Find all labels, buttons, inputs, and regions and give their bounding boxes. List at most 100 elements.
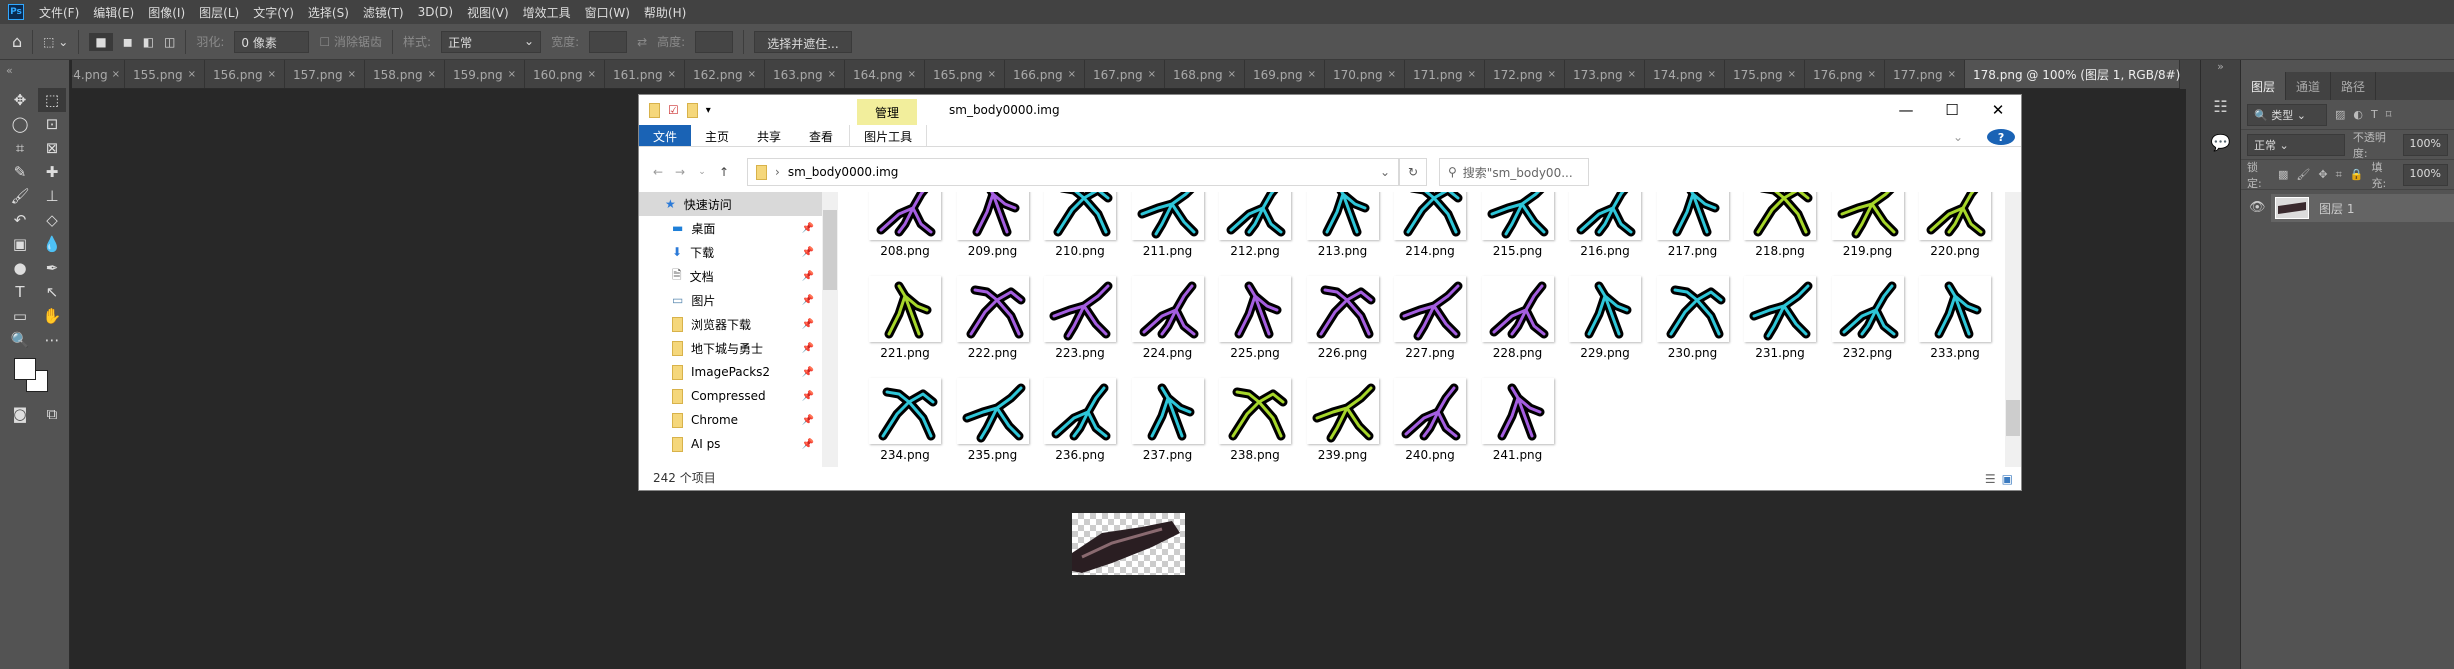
document-tab[interactable]: 176.png × bbox=[1805, 60, 1885, 88]
style-select[interactable]: 正常 ⌄ bbox=[441, 30, 542, 53]
details-view-icon[interactable]: ☰ bbox=[1985, 472, 1996, 486]
tab-close-icon[interactable]: × bbox=[508, 69, 516, 80]
type-filter-icon[interactable]: T bbox=[2371, 108, 2378, 121]
pin-icon[interactable]: 📌 bbox=[802, 367, 814, 378]
tab-paths[interactable]: 路径 bbox=[2331, 72, 2377, 100]
file-item[interactable]: 217.png bbox=[1653, 192, 1733, 258]
file-item[interactable]: 233.png bbox=[1915, 276, 1995, 360]
file-item[interactable]: 221.png bbox=[865, 276, 945, 360]
height-input[interactable] bbox=[695, 30, 734, 53]
document-tab[interactable]: 156.png × bbox=[205, 60, 285, 88]
tab-close-icon[interactable]: × bbox=[1548, 69, 1556, 80]
tab-close-icon[interactable]: × bbox=[268, 69, 276, 80]
fill-input[interactable]: 100% bbox=[2402, 163, 2448, 186]
tab-close-icon[interactable]: × bbox=[348, 69, 356, 80]
file-item[interactable]: 239.png bbox=[1303, 378, 1383, 462]
crop-tool-icon[interactable]: ⌗ bbox=[6, 136, 34, 160]
file-item[interactable]: 219.png bbox=[1828, 192, 1908, 258]
more-tools-icon[interactable]: ⋯ bbox=[38, 328, 66, 352]
document-tab[interactable]: 171.png × bbox=[1405, 60, 1485, 88]
lock-pixels-icon[interactable]: 🖌 bbox=[2296, 168, 2310, 181]
properties-icon[interactable]: ☑ bbox=[668, 103, 679, 117]
file-item[interactable]: 212.png bbox=[1215, 192, 1295, 258]
tab-close-icon[interactable]: × bbox=[908, 69, 916, 80]
tab-close-icon[interactable]: × bbox=[1308, 69, 1316, 80]
document-tab[interactable]: 165.png × bbox=[925, 60, 1005, 88]
blend-mode-select[interactable]: 正常 ⌄ bbox=[2247, 133, 2345, 156]
file-item[interactable]: 222.png bbox=[953, 276, 1033, 360]
lock-all-icon[interactable]: 🔒 bbox=[2350, 168, 2364, 181]
document-tab[interactable]: 154.png × bbox=[72, 60, 125, 88]
file-item[interactable]: 209.png bbox=[953, 192, 1033, 258]
file-item[interactable]: 211.png bbox=[1128, 192, 1208, 258]
file-item[interactable]: 208.png bbox=[865, 192, 945, 258]
forward-button[interactable]: → bbox=[669, 165, 691, 179]
home-icon[interactable]: ⌂ bbox=[12, 32, 22, 51]
minimize-button[interactable]: — bbox=[1883, 95, 1929, 125]
file-item[interactable]: 228.png bbox=[1478, 276, 1558, 360]
menu-help[interactable]: 帮助(H) bbox=[637, 4, 693, 21]
tab-share[interactable]: 共享 bbox=[743, 125, 795, 146]
pin-icon[interactable]: 📌 bbox=[802, 391, 814, 402]
document-tab[interactable]: 158.png × bbox=[365, 60, 445, 88]
file-item[interactable]: 238.png bbox=[1215, 378, 1295, 462]
file-item[interactable]: 218.png bbox=[1740, 192, 1820, 258]
nav-item[interactable]: ▭ 图片 📌 bbox=[639, 288, 822, 312]
pin-icon[interactable]: 📌 bbox=[802, 247, 814, 258]
tab-close-icon[interactable]: × bbox=[1228, 69, 1236, 80]
menu-filter[interactable]: 滤镜(T) bbox=[356, 4, 411, 21]
width-input[interactable] bbox=[589, 30, 628, 53]
foreground-color[interactable] bbox=[14, 358, 36, 380]
document-tab[interactable]: 178.png @ 100% (图层 1, RGB/8#)× bbox=[1965, 60, 2180, 88]
document-tab[interactable]: 157.png × bbox=[285, 60, 365, 88]
tab-manage[interactable]: 管理 bbox=[857, 99, 917, 125]
comments-panel-icon[interactable]: 💬 bbox=[2201, 124, 2240, 160]
menu-window[interactable]: 窗口(W) bbox=[578, 4, 637, 21]
file-item[interactable]: 223.png bbox=[1040, 276, 1120, 360]
tab-close-icon[interactable]: × bbox=[112, 69, 120, 80]
history-brush-icon[interactable]: ↶ bbox=[6, 208, 34, 232]
nav-quick-access[interactable]: ★ 快速访问 bbox=[639, 192, 822, 216]
type-tool-icon[interactable]: T bbox=[6, 280, 34, 304]
scrollbar-thumb[interactable] bbox=[2006, 400, 2020, 436]
zoom-tool-icon[interactable]: 🔍 bbox=[6, 328, 34, 352]
maximize-button[interactable]: ☐ bbox=[1929, 95, 1975, 125]
layer-filter-select[interactable]: 🔍 类型 ⌄ bbox=[2247, 103, 2327, 126]
new-selection-icon[interactable]: ■ bbox=[89, 32, 113, 51]
file-item[interactable]: 234.png bbox=[865, 378, 945, 462]
pin-icon[interactable]: 📌 bbox=[802, 415, 814, 426]
tab-channels[interactable]: 通道 bbox=[2286, 72, 2332, 100]
stamp-tool-icon[interactable]: ⊥ bbox=[38, 184, 66, 208]
tab-layers[interactable]: 图层 bbox=[2241, 72, 2287, 100]
eraser-icon[interactable]: ◇ bbox=[38, 208, 66, 232]
tab-close-icon[interactable]: × bbox=[1708, 69, 1716, 80]
panel-scrollbar[interactable] bbox=[2186, 60, 2200, 669]
rectangle-tool-icon[interactable]: ▭ bbox=[6, 304, 34, 328]
adjust-filter-icon[interactable]: ◐ bbox=[2353, 108, 2363, 121]
file-item[interactable]: 231.png bbox=[1740, 276, 1820, 360]
tab-picture-tools[interactable]: 图片工具 bbox=[849, 125, 928, 146]
move-tool-icon[interactable]: ✥ bbox=[6, 88, 34, 112]
pin-icon[interactable]: 📌 bbox=[802, 295, 814, 306]
recent-locations-icon[interactable]: ⌄ bbox=[691, 167, 713, 177]
file-item[interactable]: 232.png bbox=[1828, 276, 1908, 360]
tab-close-icon[interactable]: × bbox=[668, 69, 676, 80]
file-item[interactable]: 220.png bbox=[1915, 192, 1995, 258]
nav-item[interactable]: ⬇ 下载 📌 bbox=[639, 240, 822, 264]
file-item[interactable]: 241.png bbox=[1478, 378, 1558, 462]
document-tab[interactable]: 163.png × bbox=[765, 60, 845, 88]
visibility-eye-icon[interactable]: 👁 bbox=[2249, 200, 2266, 215]
tab-close-icon[interactable]: × bbox=[588, 69, 596, 80]
nav-item[interactable]: 地下城与勇士 📌 bbox=[639, 336, 822, 360]
file-item[interactable]: 237.png bbox=[1128, 378, 1208, 462]
feather-input[interactable]: 0 像素 bbox=[234, 30, 310, 53]
tab-close-icon[interactable]: × bbox=[1948, 69, 1956, 80]
document-tab[interactable]: 169.png × bbox=[1245, 60, 1325, 88]
menu-select[interactable]: 选择(S) bbox=[301, 4, 356, 21]
nav-item[interactable]: Compressed 📌 bbox=[639, 384, 822, 408]
large-icons-view-icon[interactable]: ▣ bbox=[2002, 472, 2013, 486]
pin-icon[interactable]: 📌 bbox=[802, 439, 814, 450]
subtract-selection-icon[interactable]: ◧ bbox=[143, 35, 154, 49]
marquee-preset-icon[interactable]: ⬚ ⌄ bbox=[43, 35, 68, 49]
collapse-icon[interactable]: « bbox=[0, 60, 69, 88]
